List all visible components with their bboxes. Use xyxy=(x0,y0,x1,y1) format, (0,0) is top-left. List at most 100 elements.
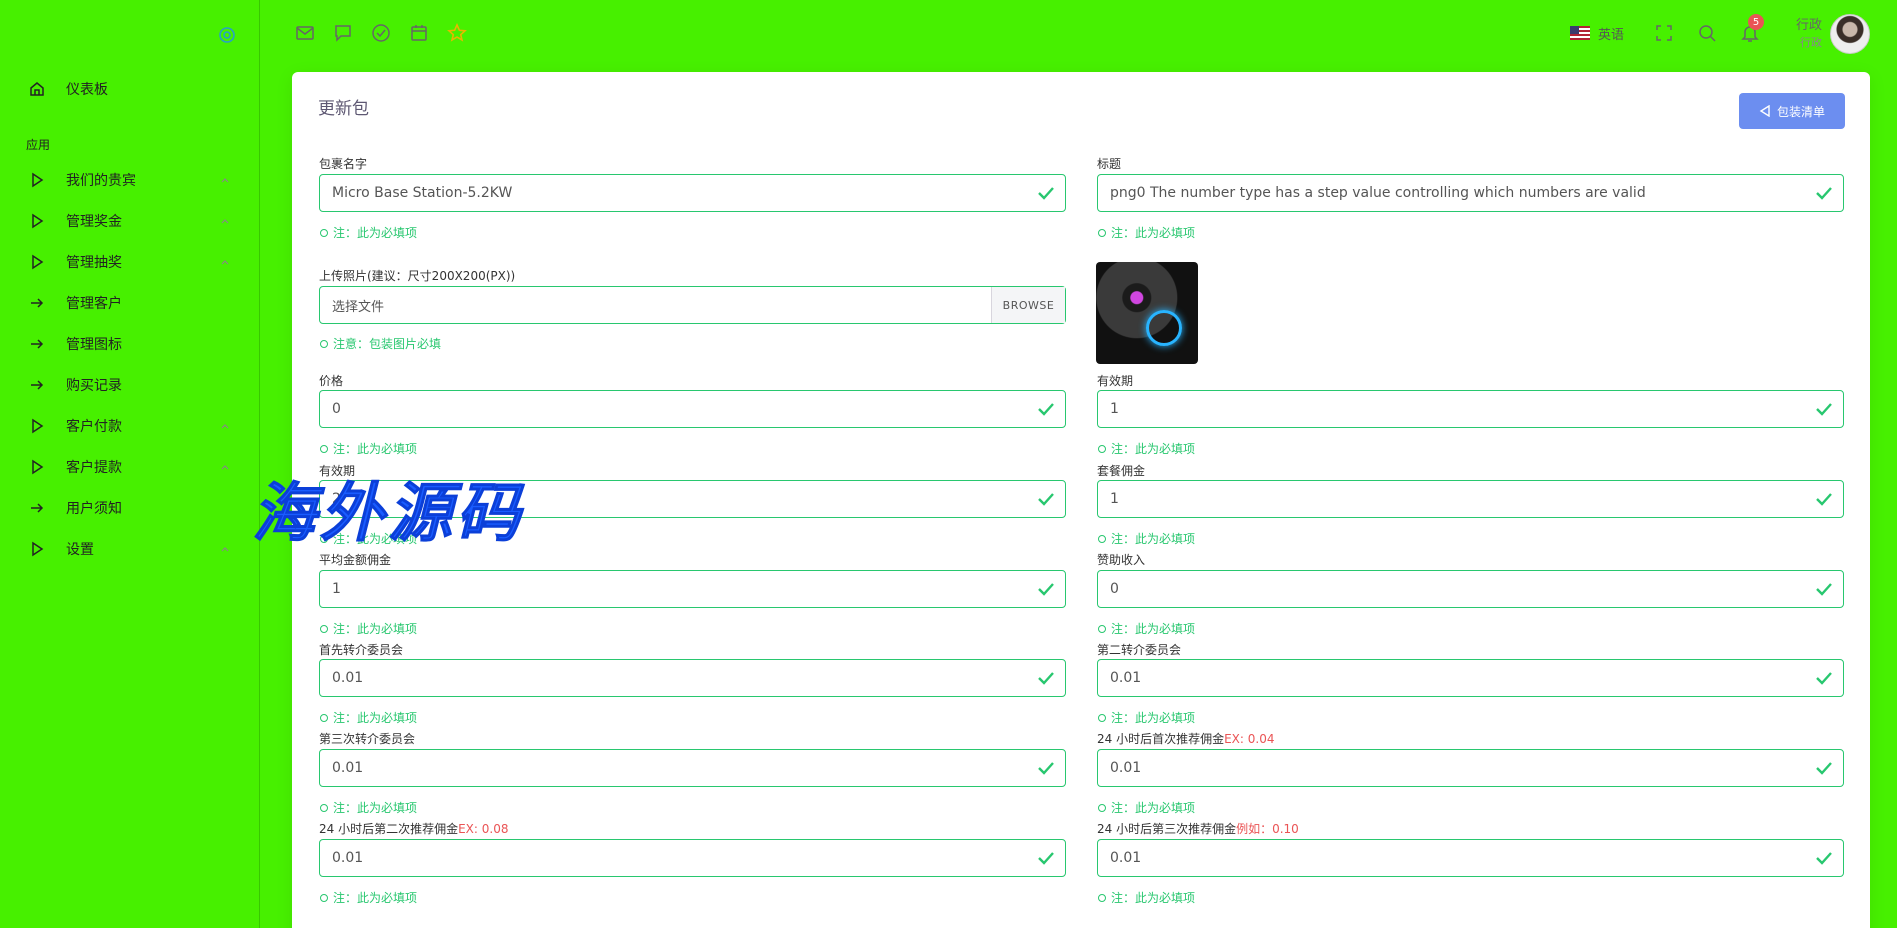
input-value: 0.01 xyxy=(332,760,364,776)
chevron-up-icon xyxy=(221,547,229,552)
play-icon xyxy=(32,213,44,229)
user-name[interactable]: 行政 xyxy=(1786,14,1822,33)
sidebar-item-notice[interactable]: 用户须知 xyxy=(0,493,258,523)
sidebar-item-purchases[interactable]: 购买记录 xyxy=(0,370,258,400)
input-value: png0 The number type has a step value co… xyxy=(1110,185,1646,201)
play-icon xyxy=(32,459,44,475)
arrow-right-icon xyxy=(31,380,44,390)
chevron-up-icon xyxy=(221,219,229,224)
third-referral-label: 第三次转介委员会 xyxy=(319,732,416,746)
sidebar-item-vip[interactable]: 我们的贵宾 xyxy=(0,165,258,195)
input-value: Micro Base Station-5.2KW xyxy=(332,185,513,201)
us-flag-icon xyxy=(1570,26,1590,40)
required-hint: 注：此为必填项 xyxy=(320,224,417,241)
sidebar-item-label: 管理抽奖 xyxy=(66,255,122,271)
play-icon xyxy=(32,418,44,434)
check-icon xyxy=(1816,187,1832,200)
second-24h-input[interactable]: 0.01 xyxy=(319,839,1066,877)
language-label: 英语 xyxy=(1598,27,1625,43)
third-24h-label: 24 小时后第三次推荐佣金例如：0.10 xyxy=(1097,822,1299,836)
title-label: 标题 xyxy=(1097,157,1122,171)
input-value: 0.01 xyxy=(1110,670,1142,686)
chat-icon[interactable] xyxy=(332,22,354,44)
required-hint: 注：此为必填项 xyxy=(320,620,417,637)
input-value: 1 xyxy=(1110,401,1119,417)
input-value: 0 xyxy=(1110,581,1119,597)
sidebar-item-label: 客户提款 xyxy=(66,460,122,476)
price-label: 价格 xyxy=(319,374,344,388)
avatar[interactable] xyxy=(1830,14,1870,54)
check-icon xyxy=(1038,187,1054,200)
photo-file-input[interactable]: 选择文件 BROWSE xyxy=(319,286,1066,324)
arrow-right-icon xyxy=(31,298,44,308)
watermark: 海外源码 xyxy=(252,476,524,552)
star-icon[interactable] xyxy=(446,22,468,44)
sidebar-item-bonus[interactable]: 管理奖金 xyxy=(0,206,258,236)
first-24h-label: 24 小时后首次推荐佣金EX: 0.04 xyxy=(1097,732,1275,746)
language-selector[interactable]: 英语 xyxy=(1570,22,1624,44)
user-role: 行政 xyxy=(1800,36,1822,49)
check-circle-icon[interactable] xyxy=(370,22,392,44)
check-icon xyxy=(1816,583,1832,596)
sidebar-item-payments[interactable]: 客户付款 xyxy=(0,411,258,441)
check-icon xyxy=(1038,583,1054,596)
input-value: 0.01 xyxy=(1110,850,1142,866)
sidebar-section-title: 应用 xyxy=(26,138,51,152)
sidebar-item-label: 管理奖金 xyxy=(66,214,122,230)
package-commission-input[interactable]: 1 xyxy=(1097,480,1844,518)
check-icon xyxy=(1038,852,1054,865)
package-list-button[interactable]: 包装清单 xyxy=(1739,93,1845,129)
chevron-up-icon xyxy=(221,465,229,470)
arrow-right-icon xyxy=(31,339,44,349)
search-icon[interactable] xyxy=(1696,22,1718,44)
required-hint: 注：此为必填项 xyxy=(1098,709,1195,726)
mail-icon[interactable] xyxy=(294,22,316,44)
required-hint: 注：此为必填项 xyxy=(1098,224,1195,241)
required-hint: 注：此为必填项 xyxy=(320,889,417,906)
third-24h-input[interactable]: 0.01 xyxy=(1097,839,1844,877)
check-icon xyxy=(1816,403,1832,416)
required-hint: 注：此为必填项 xyxy=(1098,799,1195,816)
calendar-icon[interactable] xyxy=(408,22,430,44)
sidebar-toggle-icon[interactable] xyxy=(218,26,236,44)
home-icon xyxy=(30,82,44,96)
sidebar-item-settings[interactable]: 设置 xyxy=(0,534,258,564)
first-referral-label: 首先转介委员会 xyxy=(319,643,404,657)
sidebar-item-label: 管理客户 xyxy=(66,296,122,312)
browse-button[interactable]: BROWSE xyxy=(991,287,1065,323)
avg-commission-input[interactable]: 1 xyxy=(319,570,1066,608)
sidebar-item-icons[interactable]: 管理图标 xyxy=(0,329,258,359)
required-hint: 注：此为必填项 xyxy=(320,440,417,457)
required-hint: 注：此为必填项 xyxy=(1098,889,1195,906)
sidebar-item-withdrawals[interactable]: 客户提款 xyxy=(0,452,258,482)
check-icon xyxy=(1038,762,1054,775)
third-referral-input[interactable]: 0.01 xyxy=(319,749,1066,787)
validity-label: 有效期 xyxy=(1097,374,1134,388)
price-input[interactable]: 0 xyxy=(319,390,1066,428)
check-icon xyxy=(1038,672,1054,685)
package-name-input[interactable]: Micro Base Station-5.2KW xyxy=(319,174,1066,212)
sidebar-item-label: 我们的贵宾 xyxy=(66,173,136,189)
sidebar-item-dashboard[interactable]: 仪表板 xyxy=(0,74,258,104)
sponsor-income-input[interactable]: 0 xyxy=(1097,570,1844,608)
sidebar-item-label: 客户付款 xyxy=(66,419,122,435)
validity-input[interactable]: 1 xyxy=(1097,390,1844,428)
play-icon xyxy=(32,172,44,188)
first-24h-input[interactable]: 0.01 xyxy=(1097,749,1844,787)
package-name-label: 包裹名字 xyxy=(319,157,368,171)
first-referral-input[interactable]: 0.01 xyxy=(319,659,1066,697)
chevron-up-icon xyxy=(221,424,229,429)
chevron-up-icon xyxy=(221,178,229,183)
sidebar-item-label: 管理图标 xyxy=(66,337,122,353)
page-title: 更新包 xyxy=(318,99,369,119)
title-input[interactable]: png0 The number type has a step value co… xyxy=(1097,174,1844,212)
required-hint: 注：此为必填项 xyxy=(320,799,417,816)
sidebar-item-lottery[interactable]: 管理抽奖 xyxy=(0,247,258,277)
fullscreen-icon[interactable] xyxy=(1653,22,1675,44)
second-referral-input[interactable]: 0.01 xyxy=(1097,659,1844,697)
file-name: 选择文件 xyxy=(332,299,385,315)
sidebar-item-customers[interactable]: 管理客户 xyxy=(0,288,258,318)
sidebar-item-label: 仪表板 xyxy=(66,82,108,98)
required-hint: 注：此为必填项 xyxy=(1098,440,1195,457)
check-icon xyxy=(1816,852,1832,865)
